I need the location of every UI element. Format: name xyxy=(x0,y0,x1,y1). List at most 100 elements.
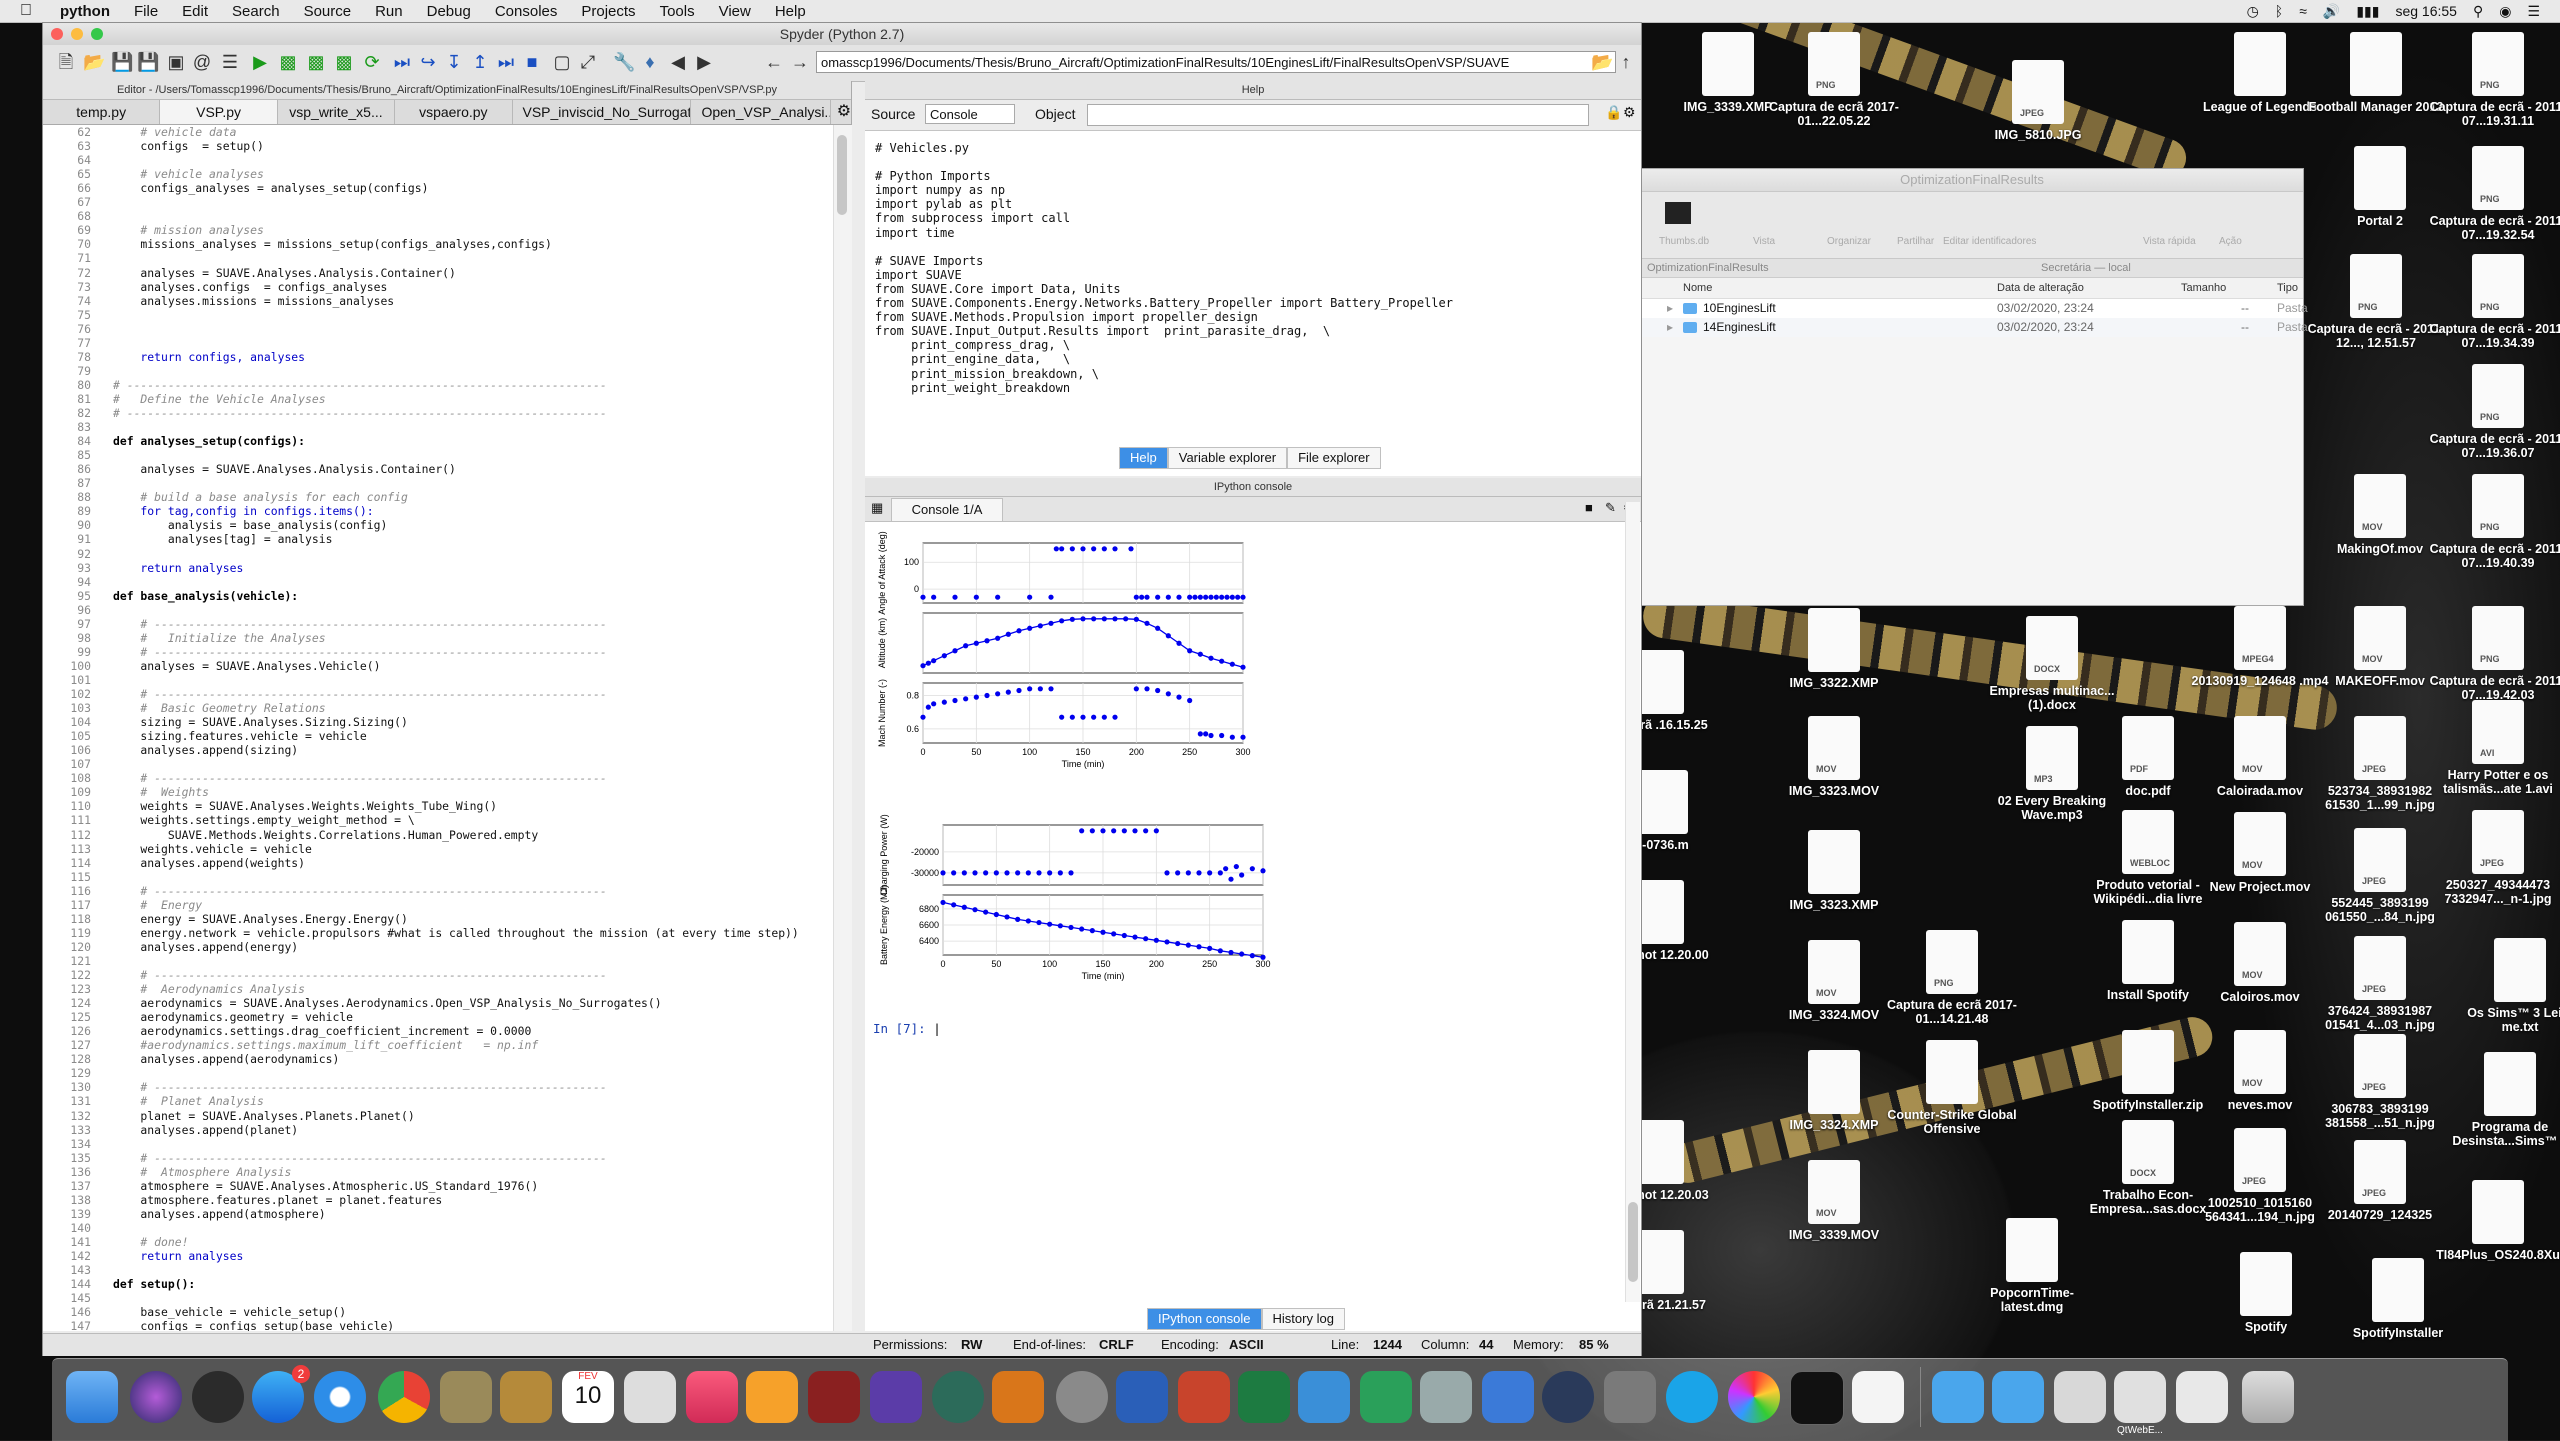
desktop-file-icon[interactable]: MPEG4 20130919_124648 .mp4 xyxy=(2190,606,2330,688)
apple-icon[interactable]:  xyxy=(0,2,48,20)
code-area[interactable]: 62 # vehicle data 63 configs = setup() 64 6… xyxy=(43,125,833,1331)
gear-icon[interactable]: ⚙ xyxy=(1623,104,1636,121)
clear-console-icon[interactable]: ✎ xyxy=(1605,500,1616,516)
python-launcher-dock-icon[interactable] xyxy=(2054,1371,2106,1423)
step-into-icon[interactable]: ↧ xyxy=(443,51,465,73)
close-window-button[interactable] xyxy=(51,28,63,40)
back-icon[interactable]: ◀ xyxy=(667,51,689,73)
rerun-icon[interactable]: ⟳ xyxy=(361,51,383,73)
desktop-file-icon[interactable]: PopcornTime-latest.dmg xyxy=(1962,1218,2102,1314)
step-icon[interactable]: ↪ xyxy=(417,51,439,73)
documents-folder-dock-icon[interactable] xyxy=(1992,1371,2044,1423)
column-date[interactable]: Data de alteração xyxy=(1997,278,2084,298)
desktop-file-icon[interactable]: AVI Harry Potter e os talismãs...ate 1.av… xyxy=(2428,700,2560,796)
skype-dock-icon[interactable] xyxy=(1666,1371,1718,1423)
system-preferences-dock-icon[interactable] xyxy=(1056,1371,1108,1423)
menu-debug[interactable]: Debug xyxy=(415,3,483,20)
desktop-file-icon[interactable]: TI84Plus_OS240.8Xu xyxy=(2428,1180,2560,1262)
console-scrollbar[interactable] xyxy=(1625,502,1640,1302)
safari-dock-icon[interactable] xyxy=(314,1371,366,1423)
console-menu-icon[interactable]: ▦ xyxy=(871,500,883,516)
back-arrow-icon[interactable]: ← xyxy=(763,51,785,73)
save-icon[interactable]: 💾 xyxy=(111,51,133,73)
desktop-file-icon[interactable]: PNG Captura de ecrã 2017-01...22.05.22 xyxy=(1764,32,1904,128)
excel-dock-icon[interactable] xyxy=(1238,1371,1290,1423)
step-return-icon[interactable]: ↥ xyxy=(469,51,491,73)
desktop-file-icon[interactable]: Os Sims™ 3 Leia-me.txt xyxy=(2450,938,2560,1034)
music-dock-icon[interactable] xyxy=(686,1371,738,1423)
finder-toolbar-quicklook[interactable]: Vista rápida xyxy=(2143,236,2196,247)
desktop-file-icon[interactable]: Programa de Desinsta...Sims™ 3 xyxy=(2440,1052,2560,1148)
powerpoint-dock-icon[interactable] xyxy=(1178,1371,1230,1423)
finder-toolbar-tags[interactable]: Editar identificadores xyxy=(1943,236,2036,247)
working-directory-input[interactable]: omasscp1996/Documents/Thesis/Bruno_Aircr… xyxy=(816,51,1616,73)
desktop-file-icon[interactable]: IMG_3323.XMP xyxy=(1764,830,1904,912)
appstore-dock-icon[interactable]: 2 xyxy=(252,1365,310,1423)
desktop-file-icon[interactable]: SpotifyInstaller xyxy=(2328,1258,2468,1340)
tab-options-icon[interactable]: ⚙ xyxy=(837,100,851,124)
desktop-file-icon[interactable]: PNG Captura de ecrã - 2011-07...19.36.07 xyxy=(2428,364,2560,460)
applications-folder-dock-icon[interactable] xyxy=(1932,1371,1984,1423)
forward-icon[interactable]: ▶ xyxy=(693,51,715,73)
object-input[interactable] xyxy=(1087,104,1589,126)
zoom-window-button[interactable] xyxy=(91,28,103,40)
desktop-file-icon[interactable]: MOV Caloiros.mov xyxy=(2190,922,2330,1004)
network-dock-icon[interactable] xyxy=(1420,1371,1472,1423)
bluetooth-icon[interactable]: ᛒ xyxy=(2275,3,2283,19)
menu-app-python[interactable]: python xyxy=(48,3,122,20)
menu-source[interactable]: Source xyxy=(292,3,364,20)
garageband-dock-icon[interactable] xyxy=(992,1371,1044,1423)
finder-toolbar-thumbs[interactable]: Thumbs.db xyxy=(1659,236,1709,247)
photos-app-dock-icon[interactable] xyxy=(1728,1371,1780,1423)
desktop-file-icon[interactable]: PNG Captura de ecrã - 2011-07...19.40.39 xyxy=(2428,474,2560,570)
desktop-file-icon[interactable]: PNG Captura de ecrã - 2011-07...19.31.11 xyxy=(2428,32,2560,128)
finder-toolbar-share[interactable]: Partilhar xyxy=(1897,236,1934,247)
wrench-icon[interactable]: 🔧 xyxy=(613,51,635,73)
books-dock-icon[interactable] xyxy=(746,1371,798,1423)
menu-run[interactable]: Run xyxy=(363,3,415,20)
column-size[interactable]: Tamanho xyxy=(2181,278,2226,298)
clock[interactable]: seg 16:55 xyxy=(2395,3,2457,19)
migration-dock-icon[interactable] xyxy=(1482,1371,1534,1423)
lock-icon[interactable]: 🔒 xyxy=(1605,104,1622,121)
desktop-file-icon[interactable]: PNG Captura de ecrã 2017-01...14.21.48 xyxy=(1882,930,2022,1026)
column-kind[interactable]: Tipo xyxy=(2277,278,2298,298)
desktop-file-icon[interactable]: PNG Captura de ecrã - 2011-07...19.42.03 xyxy=(2428,606,2560,702)
disclosure-triangle-icon[interactable]: ▸ xyxy=(1667,318,1673,337)
editor-scrollbar[interactable] xyxy=(833,125,852,1331)
desktop-file-icon[interactable]: PNG Captura de ecrã - 2011-07...19.32.54 xyxy=(2428,146,2560,242)
desktop-file-icon[interactable]: JPEG 306783_3893199 381558_...51_n.jpg xyxy=(2310,1034,2450,1130)
stop-kernel-icon[interactable]: ■ xyxy=(1585,500,1593,515)
print-icon[interactable]: ▣ xyxy=(165,51,187,73)
menu-file[interactable]: File xyxy=(122,3,170,20)
menu-edit[interactable]: Edit xyxy=(170,3,220,20)
folder-open-icon[interactable]: 📂 xyxy=(1591,51,1613,73)
editor-tab[interactable]: vsp_write_x5... xyxy=(278,100,396,124)
desktop-file-icon[interactable]: MOV IMG_3339.MOV xyxy=(1764,1160,1904,1242)
open-file-icon[interactable]: 📂 xyxy=(83,51,105,73)
tab-ipython-console[interactable]: IPython console xyxy=(1147,1308,1262,1330)
run-cell-advance-icon[interactable]: ▩ xyxy=(305,51,327,73)
column-name[interactable]: Nome xyxy=(1683,278,1712,298)
finder-dock-icon[interactable] xyxy=(66,1371,118,1423)
trash-icon[interactable] xyxy=(2242,1371,2294,1423)
desktop-file-icon[interactable]: JPEG 376424_38931987 01541_4...03_n.jpg xyxy=(2310,936,2450,1032)
desktop-file-icon[interactable]: Football Manager 2012 xyxy=(2306,32,2446,114)
siri-icon[interactable]: ◉ xyxy=(2499,3,2511,20)
preview-dock-icon[interactable] xyxy=(440,1371,492,1423)
finder-toolbar-action[interactable]: Ação xyxy=(2219,236,2242,247)
continue-icon[interactable]: ⏭ xyxy=(495,51,517,73)
wifi-icon[interactable]: ≈ xyxy=(2299,3,2307,19)
finder-toolbar-view[interactable]: Vista xyxy=(1753,236,1775,247)
run-selection-icon[interactable]: ▩ xyxy=(333,51,355,73)
fullscreen-icon[interactable]: ⤢ xyxy=(577,51,599,73)
stop-debug-icon[interactable]: ■ xyxy=(521,51,543,73)
remote-desktop-dock-icon[interactable] xyxy=(1360,1371,1412,1423)
python-path-icon[interactable]: ♦ xyxy=(639,51,661,73)
calendar-dock-icon[interactable]: FEV 10 xyxy=(562,1371,614,1423)
editor-tab-active[interactable]: VSP.py xyxy=(160,100,278,124)
desktop-file-icon[interactable]: MOV New Project.mov xyxy=(2190,812,2330,894)
menu-view[interactable]: View xyxy=(707,3,763,20)
photos-dock-icon[interactable] xyxy=(624,1371,676,1423)
earth-dock-icon[interactable] xyxy=(1542,1371,1594,1423)
